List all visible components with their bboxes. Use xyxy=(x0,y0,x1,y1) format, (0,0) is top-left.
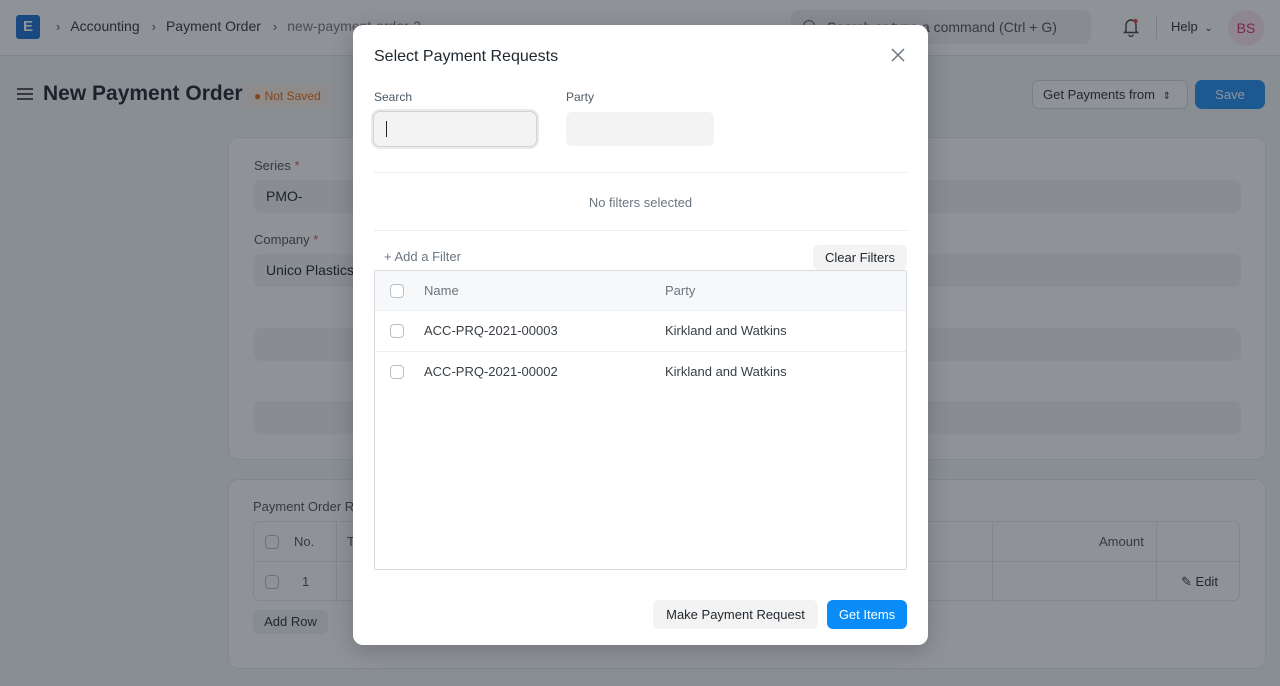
row-party: Kirkland and Watkins xyxy=(665,323,787,338)
add-filter-button[interactable]: + Add a Filter xyxy=(384,249,461,264)
row-name: ACC-PRQ-2021-00002 xyxy=(424,364,558,379)
close-icon[interactable] xyxy=(888,45,908,65)
search-label: Search xyxy=(374,90,413,104)
select-payment-requests-dialog: Select Payment Requests Search Party No … xyxy=(353,25,928,645)
party-label: Party xyxy=(566,90,595,104)
header-name: Name xyxy=(424,283,459,298)
make-payment-request-button[interactable]: Make Payment Request xyxy=(653,600,818,629)
results-table: Name Party ACC-PRQ-2021-00003 Kirkland a… xyxy=(374,270,907,570)
row-checkbox[interactable] xyxy=(390,365,404,379)
row-name: ACC-PRQ-2021-00003 xyxy=(424,323,558,338)
text-cursor xyxy=(386,121,387,137)
table-row[interactable]: ACC-PRQ-2021-00002 Kirkland and Watkins xyxy=(375,352,906,393)
select-all-checkbox[interactable] xyxy=(390,284,404,298)
no-filters-text: No filters selected xyxy=(588,195,693,210)
divider xyxy=(374,230,907,231)
party-input[interactable] xyxy=(566,112,714,146)
row-checkbox[interactable] xyxy=(390,324,404,338)
table-row[interactable]: ACC-PRQ-2021-00003 Kirkland and Watkins xyxy=(375,311,906,352)
search-input[interactable] xyxy=(373,111,537,147)
table-header-row: Name Party xyxy=(375,271,906,311)
divider xyxy=(374,172,907,173)
get-items-button[interactable]: Get Items xyxy=(827,600,907,629)
dialog-title: Select Payment Requests xyxy=(374,48,559,65)
clear-filters-button[interactable]: Clear Filters xyxy=(813,245,907,270)
header-party: Party xyxy=(665,283,696,298)
row-party: Kirkland and Watkins xyxy=(665,364,787,379)
